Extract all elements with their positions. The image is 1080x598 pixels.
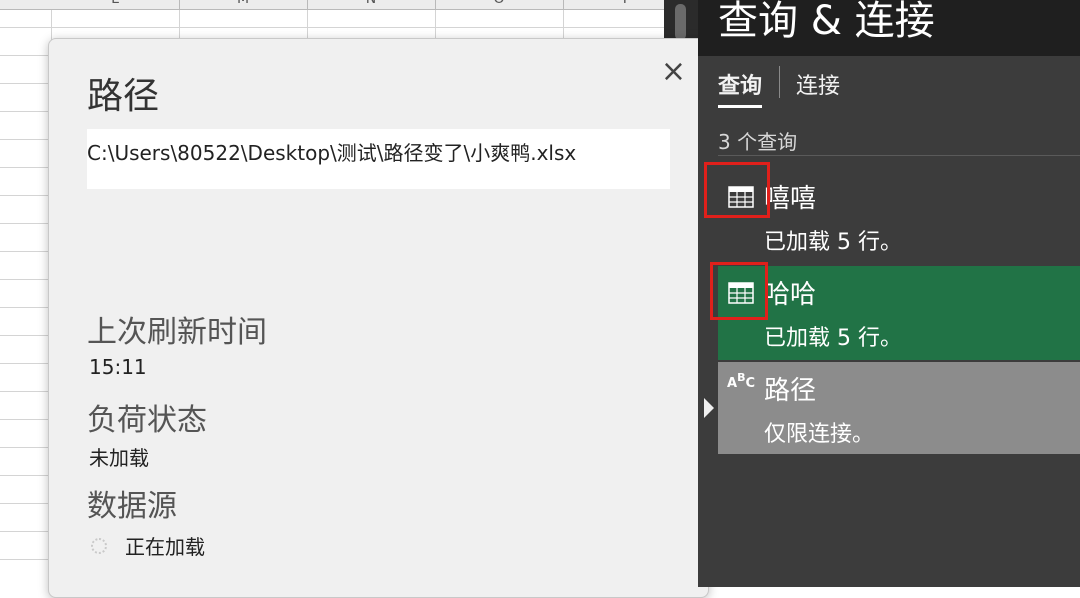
query-status: 仅限连接。: [764, 422, 875, 447]
abc-text-icon: ABC: [727, 371, 755, 391]
loading-spinner-icon: [91, 538, 107, 554]
last-refresh-value: 15:11: [89, 355, 147, 379]
path-value-box: C:\Users\80522\Desktop\测试\路径变了\小爽鸭.xlsx: [87, 129, 670, 189]
pane-title-bar: 查询 & 连接: [698, 0, 1080, 56]
load-status-label: 负荷状态: [87, 403, 207, 438]
pane-title: 查询 & 连接: [718, 0, 935, 44]
column-header-n[interactable]: N: [307, 0, 436, 9]
path-value: C:\Users\80522\Desktop\测试\路径变了\小爽鸭.xlsx: [87, 141, 577, 165]
query-item-path[interactable]: ABC 路径 仅限连接。: [718, 362, 1080, 454]
popup-pointer: [704, 398, 714, 418]
query-item-haha[interactable]: 哈哈 已加载 5 行。: [718, 266, 1080, 360]
column-header-l[interactable]: L: [51, 0, 180, 9]
data-source-label: 数据源: [87, 489, 177, 524]
query-item-xixi[interactable]: 嘻嘻 已加载 5 行。: [718, 170, 1080, 264]
divider: [718, 155, 1080, 156]
load-status-value: 未加载: [89, 446, 149, 470]
query-details-popup: × 路径 C:\Users\80522\Desktop\测试\路径变了\小爽鸭.…: [48, 38, 709, 598]
tab-connections[interactable]: 连接: [796, 68, 840, 100]
table-icon: [728, 282, 754, 304]
query-status: 已加载 5 行。: [764, 230, 902, 255]
column-header-o[interactable]: O: [435, 0, 564, 9]
query-status: 已加载 5 行。: [764, 326, 902, 351]
query-name: 嘻嘻: [764, 184, 817, 214]
query-name: 路径: [764, 376, 817, 406]
column-header-p[interactable]: P: [563, 0, 664, 9]
column-header-m[interactable]: M: [179, 0, 308, 9]
last-refresh-label: 上次刷新时间: [87, 315, 267, 350]
abc-icon-b: B: [737, 371, 746, 384]
tab-separator: [779, 66, 780, 98]
tab-queries[interactable]: 查询: [718, 68, 762, 100]
query-name: 哈哈: [764, 280, 817, 310]
data-source-value: 正在加载: [125, 535, 205, 559]
active-tab-underline: [718, 105, 762, 108]
abc-icon-a: A: [727, 376, 738, 391]
query-count: 3 个查询: [718, 130, 798, 154]
popup-title: 路径: [87, 76, 160, 117]
table-icon: [728, 186, 754, 208]
close-icon[interactable]: ×: [661, 57, 686, 87]
scrollbar-thumb[interactable]: [675, 4, 686, 40]
column-header-row: L M N O P: [0, 0, 664, 10]
abc-icon-c: C: [745, 376, 755, 391]
queries-connections-pane: 查询 & 连接 查询 连接 3 个查询 嘻嘻 已加载 5 行。 哈哈 已加载 5…: [698, 0, 1080, 587]
